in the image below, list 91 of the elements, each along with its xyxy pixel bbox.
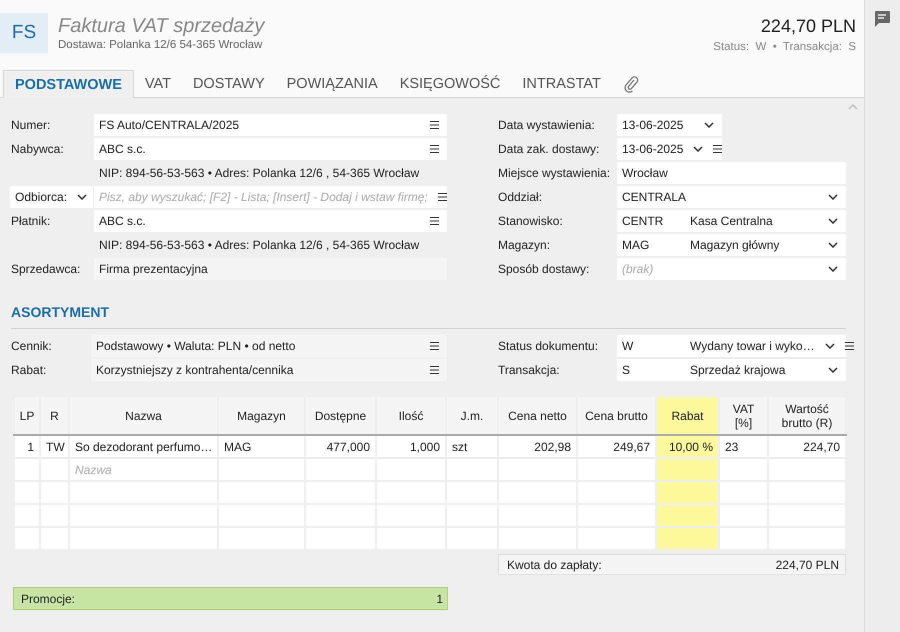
tab[interactable]: VAT (134, 70, 182, 97)
promotions-count: 1 (436, 592, 443, 606)
field-label: Sprzedawca: (11, 261, 82, 278)
table-cell: 249,67 (577, 435, 656, 458)
readonly-field[interactable]: Korzystniejszy z kontrahenta/cennika (91, 359, 447, 381)
promotions-label: Promocje: (21, 592, 76, 606)
lookup-field[interactable]: ABC s.c. (94, 210, 447, 232)
chevron-down-icon[interactable] (828, 242, 838, 248)
field-label: Miejsce wystawienia: (498, 165, 612, 182)
column-header[interactable]: Dostępne (305, 396, 376, 435)
date-field[interactable]: 13-06-2025 (617, 138, 722, 160)
field-label: Płatnik: (11, 213, 52, 230)
chevron-down-icon[interactable] (828, 218, 838, 224)
dropdown-field[interactable]: CENTRALA (617, 186, 846, 208)
chevron-down-icon[interactable] (824, 343, 835, 349)
lookup-field[interactable]: FS Auto/CENTRALA/2025 (94, 114, 447, 136)
chevron-down-icon[interactable] (828, 194, 838, 200)
tab[interactable]: PODSTAWOWE (3, 70, 134, 98)
address-info: NIP: 894-56-53-563 • Adres: Polanka 12/6 , 54-365 Wrocław (98, 165, 420, 182)
tab[interactable]: KSIĘGOWOŚĆ (388, 70, 512, 97)
menu-icon[interactable] (438, 193, 447, 201)
comment-icon[interactable] (873, 10, 891, 28)
field-label: Oddział: (498, 189, 544, 206)
chevron-down-icon[interactable] (828, 367, 838, 373)
address-info: NIP: 894-56-53-563 • Adres: Polanka 12/6 , 54-365 Wrocław (98, 237, 420, 254)
tab[interactable]: DOSTAWY (182, 70, 276, 97)
document-title: Faktura VAT sprzedaży (58, 14, 266, 38)
table-cell: 23 (719, 435, 768, 458)
total-amount: 224,70 PLN (760, 15, 856, 38)
menu-icon[interactable] (430, 145, 439, 153)
column-header[interactable]: Cena netto (498, 396, 577, 435)
field-label: Magazyn: (498, 237, 552, 254)
total-value: 224,70 PLN (776, 558, 839, 572)
chevron-down-icon[interactable] (828, 266, 838, 272)
date-field[interactable]: 13-06-2025 (617, 114, 722, 136)
column-header[interactable]: Cena brutto (577, 396, 656, 435)
column-header[interactable]: J.m. (446, 396, 498, 435)
dropdown-field[interactable]: CENTR Kasa Centralna (617, 210, 846, 232)
column-header[interactable]: VAT [%] (719, 396, 768, 435)
column-header[interactable]: Wartość brutto (R) (768, 396, 846, 435)
menu-icon[interactable] (430, 366, 439, 374)
chevron-down-icon[interactable] (693, 146, 704, 152)
label-dropdown[interactable]: Odbiorca: (10, 186, 93, 208)
table-cell: 10,00 % (656, 435, 719, 458)
menu-icon[interactable] (430, 342, 439, 350)
table-cell: MAG (218, 435, 305, 458)
table-cell: So dezodorant perfumo… (69, 435, 218, 458)
field-label: Numer: (11, 117, 52, 134)
field-label: Sposób dostawy: (498, 261, 590, 278)
menu-icon[interactable] (844, 342, 854, 350)
column-header[interactable]: Ilość (376, 396, 446, 435)
dropdown-field[interactable]: S Sprzedaż krajowa (617, 359, 846, 381)
table-cell: szt (446, 435, 498, 458)
menu-icon[interactable] (713, 145, 722, 153)
table-cell: 1,000 (376, 435, 446, 458)
column-header[interactable]: Rabat (656, 396, 719, 435)
menu-icon[interactable] (430, 217, 439, 225)
dropdown-field[interactable]: MAG Magazyn główny (617, 234, 846, 256)
lookup-field[interactable]: ABC s.c. (94, 138, 447, 160)
readonly-field[interactable]: Podstawowy • Waluta: PLN • od netto (91, 335, 447, 357)
delivery-address: Dostawa: Polanka 12/6 54-365 Wrocław (58, 39, 264, 51)
menu-icon[interactable] (430, 121, 439, 129)
table-cell: TW (40, 435, 69, 458)
column-header[interactable]: Nazwa (69, 396, 218, 435)
field-label: Rabat: (11, 362, 48, 379)
table-cell: 202,98 (498, 435, 577, 458)
paperclip-icon (622, 75, 639, 93)
table-cell: 477,000 (305, 435, 376, 458)
column-header[interactable]: R (40, 396, 69, 435)
field-label: Transakcja: (498, 362, 561, 379)
status-summary: Status: W • Transakcja: S (713, 41, 856, 53)
field-label: Cennik: (11, 338, 53, 355)
document-type-badge: FS (0, 13, 48, 53)
text-field[interactable]: Wrocław (617, 162, 846, 184)
column-header[interactable]: Magazyn (218, 396, 305, 435)
field-label: Stanowisko: (498, 213, 564, 230)
promotions-bar[interactable]: Promocje: 1 (13, 587, 448, 610)
field-label: Data wystawienia: (498, 117, 596, 134)
column-header[interactable]: LP (14, 396, 40, 435)
table-cell: 224,70 (768, 435, 846, 458)
tab[interactable]: INTRASTAT (511, 70, 612, 97)
tab[interactable]: POWIĄZANIA (276, 70, 389, 97)
field-label: Data zak. dostawy: (498, 141, 600, 158)
readonly-field[interactable]: Firma prezentacyjna (94, 258, 447, 280)
table-cell: 1 (14, 435, 40, 458)
chevron-down-icon[interactable] (77, 194, 88, 200)
field-label: Status dokumentu: (498, 338, 600, 355)
section-heading: ASORTYMENT (11, 304, 109, 322)
total-label: Kwota do zapłaty: (507, 558, 602, 572)
chevron-down-icon[interactable] (704, 122, 714, 128)
field-label: Nabywca: (11, 141, 65, 158)
